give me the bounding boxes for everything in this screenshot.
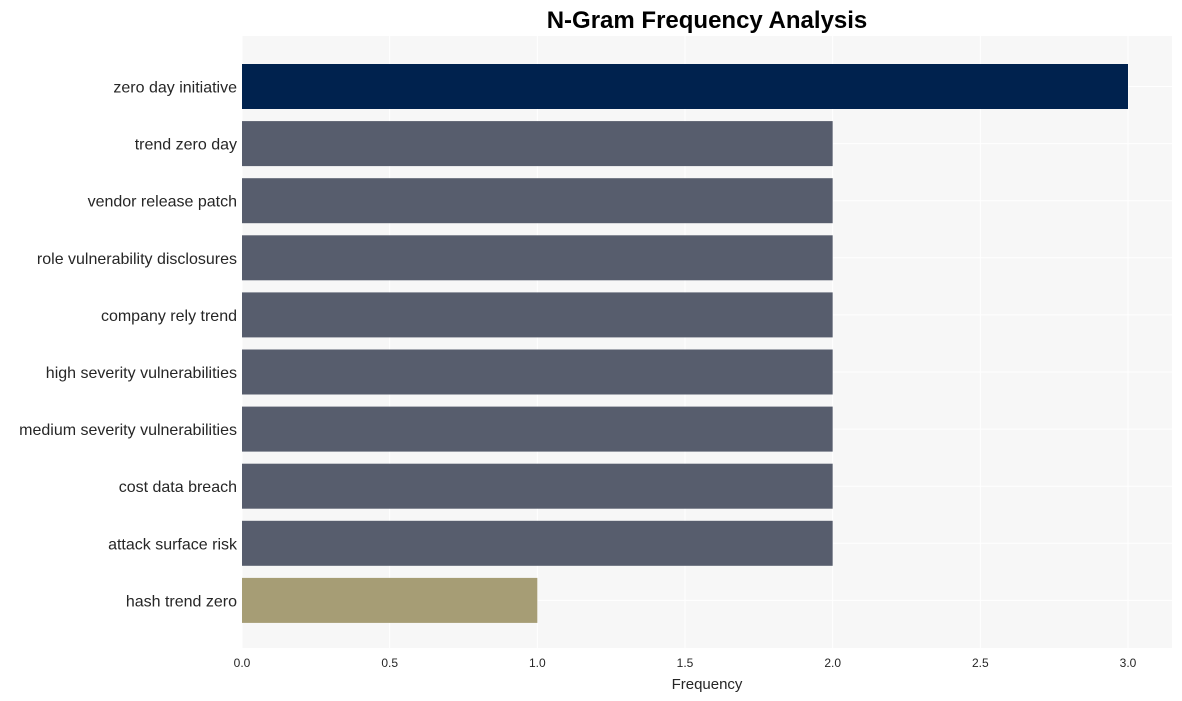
x-tick-label: 1.5 — [677, 656, 694, 670]
x-tick-label: 0.5 — [381, 656, 398, 670]
y-tick-label: cost data breach — [119, 479, 237, 496]
bar — [242, 406, 833, 452]
y-tick-label: trend zero day — [135, 137, 237, 154]
y-tick-label: zero day initiative — [113, 80, 237, 97]
y-axis-labels: zero day initiative trend zero day vendor … — [19, 80, 238, 611]
bar — [242, 577, 538, 623]
x-tick-label: 0.0 — [234, 656, 251, 670]
x-tick-label: 2.0 — [824, 656, 841, 670]
x-tick-label: 1.0 — [529, 656, 546, 670]
chart-title: N-Gram Frequency Analysis — [547, 7, 868, 34]
bar — [242, 463, 833, 509]
x-tick-label: 2.5 — [972, 656, 989, 670]
bar — [242, 235, 833, 281]
bar — [242, 520, 833, 566]
bar — [242, 121, 833, 167]
x-axis-ticks: 0.0 0.5 1.0 1.5 2.0 2.5 3.0 — [234, 656, 1137, 670]
bar — [242, 178, 833, 224]
y-tick-label: role vulnerability disclosures — [37, 251, 237, 268]
y-tick-label: medium severity vulnerabilities — [19, 422, 237, 439]
bar — [242, 349, 833, 395]
bar — [242, 292, 833, 338]
bar — [242, 64, 1128, 109]
y-tick-label: attack surface risk — [108, 536, 238, 553]
x-axis-label: Frequency — [672, 676, 743, 693]
y-tick-label: hash trend zero — [126, 593, 237, 610]
ngram-bar-chart: zero day initiative trend zero day vendor … — [19, 7, 1172, 693]
y-tick-label: company rely trend — [101, 308, 237, 325]
y-tick-label: vendor release patch — [88, 194, 237, 211]
x-tick-label: 3.0 — [1120, 656, 1137, 670]
y-tick-label: high severity vulnerabilities — [46, 365, 237, 382]
